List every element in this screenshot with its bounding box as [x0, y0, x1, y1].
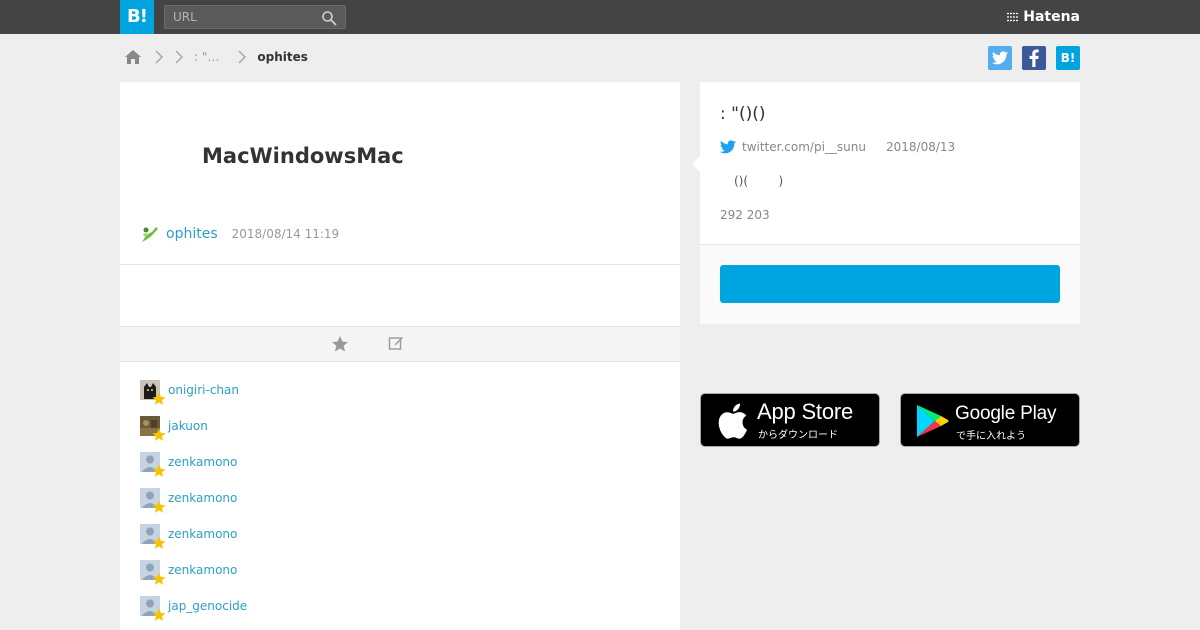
- star-icon: [152, 572, 166, 585]
- search-box[interactable]: [164, 5, 346, 29]
- star-user-name[interactable]: jap_genocide: [168, 596, 247, 614]
- star-user-name[interactable]: zenkamono: [168, 560, 237, 578]
- user-avatar[interactable]: [140, 416, 166, 441]
- star-user-item[interactable]: zenkamono: [140, 560, 247, 596]
- hatena-mark-icon: [1007, 12, 1020, 22]
- entry-user-name[interactable]: ophites: [166, 226, 218, 242]
- panel-footer: [700, 244, 1080, 324]
- google-play-icon: [917, 405, 949, 437]
- twitter-icon: [720, 140, 736, 154]
- entry-toolbar: [120, 326, 680, 362]
- share-facebook-button[interactable]: [1022, 46, 1046, 70]
- breadcrumb-category[interactable]: : "…: [194, 50, 219, 64]
- search-input[interactable]: [173, 8, 313, 26]
- hatena-bookmark-logo[interactable]: B!: [120, 0, 154, 34]
- related-entry-date: 2018/08/13: [885, 140, 956, 154]
- hatena-brand-text: Hatena: [1023, 9, 1080, 25]
- user-avatar[interactable]: [140, 524, 166, 549]
- home-icon[interactable]: [124, 48, 142, 66]
- primary-action-button[interactable]: [720, 265, 1060, 303]
- app-store-title: App Store: [757, 399, 854, 424]
- entry-timestamp: 2018/08/14 11:19: [231, 227, 340, 241]
- user-avatar[interactable]: [140, 560, 166, 585]
- app-store-subtitle: からダウンロード: [758, 430, 838, 441]
- star-user-item[interactable]: onigiri-chan: [140, 380, 247, 416]
- apple-icon: [718, 403, 747, 439]
- panel-caret: [692, 156, 700, 172]
- breadcrumb: : "… ophites: [124, 46, 308, 68]
- star-icon: [152, 392, 166, 405]
- app-store-badge[interactable]: App Store からダウンロード: [700, 393, 880, 447]
- star-user-item[interactable]: zenkamono: [140, 452, 247, 488]
- related-entry-meta: twitter.com/pi__sunu 2018/08/13: [720, 140, 955, 154]
- breadcrumb-current: ophites: [257, 50, 308, 64]
- search-icon[interactable]: [321, 10, 337, 26]
- star-user-name[interactable]: zenkamono: [168, 452, 237, 470]
- twitter-icon: [992, 51, 1008, 65]
- user-avatar[interactable]: [140, 488, 166, 513]
- related-entry-quote: ()( ): [734, 174, 784, 188]
- star-user-item[interactable]: jakuon: [140, 416, 247, 452]
- share-twitter-button[interactable]: [988, 46, 1012, 70]
- share-hatena-button[interactable]: B!: [1056, 46, 1080, 70]
- user-avatar[interactable]: [140, 596, 166, 621]
- star-user-name[interactable]: zenkamono: [168, 524, 237, 542]
- top-bar: B! Hatena: [0, 0, 1200, 34]
- chevron-right-icon: [155, 50, 164, 64]
- chevron-right-icon: [238, 50, 247, 64]
- google-play-badge[interactable]: Google Play で手に入れよう: [900, 393, 1080, 447]
- chevron-right-icon: [175, 50, 184, 64]
- entry-user-row: ophites 2018/08/14 11:19: [140, 224, 339, 244]
- star-user-list: onigiri-chan jakuon zenkamono zenkamono zenk…: [140, 380, 247, 630]
- star-user-name[interactable]: onigiri-chan: [168, 380, 239, 398]
- star-user-name[interactable]: jakuon: [168, 416, 208, 434]
- google-play-title: Google Play: [955, 403, 1057, 424]
- star-user-name[interactable]: zenkamono: [168, 488, 237, 506]
- related-entry-title[interactable]: : "()(): [720, 104, 765, 124]
- facebook-icon: [1029, 49, 1039, 67]
- star-icon: [152, 536, 166, 549]
- star-user-item[interactable]: zenkamono: [140, 488, 247, 524]
- star-icon[interactable]: [331, 335, 349, 353]
- star-user-item[interactable]: jap_genocide: [140, 596, 247, 630]
- edit-icon[interactable]: [388, 335, 404, 351]
- related-entry-counts: 292 203: [720, 208, 770, 222]
- hatena-brand-link[interactable]: Hatena: [1007, 0, 1080, 34]
- star-icon: [152, 608, 166, 621]
- divider: [120, 264, 680, 265]
- related-entry-source[interactable]: twitter.com/pi__sunu: [742, 140, 866, 154]
- user-avatar[interactable]: [140, 380, 166, 405]
- star-icon: [152, 464, 166, 477]
- user-avatar-icon[interactable]: [140, 224, 160, 244]
- related-entry-panel: : "()() twitter.com/pi__sunu 2018/08/13 …: [692, 82, 1080, 324]
- star-icon: [152, 428, 166, 441]
- star-user-item[interactable]: zenkamono: [140, 524, 247, 560]
- star-icon: [152, 500, 166, 513]
- user-avatar[interactable]: [140, 452, 166, 477]
- google-play-subtitle: で手に入れよう: [956, 431, 1026, 442]
- entry-title[interactable]: MacWindowsMac: [202, 144, 404, 168]
- entry-card: MacWindowsMac ophites 2018/08/14 11:19 o…: [120, 82, 680, 630]
